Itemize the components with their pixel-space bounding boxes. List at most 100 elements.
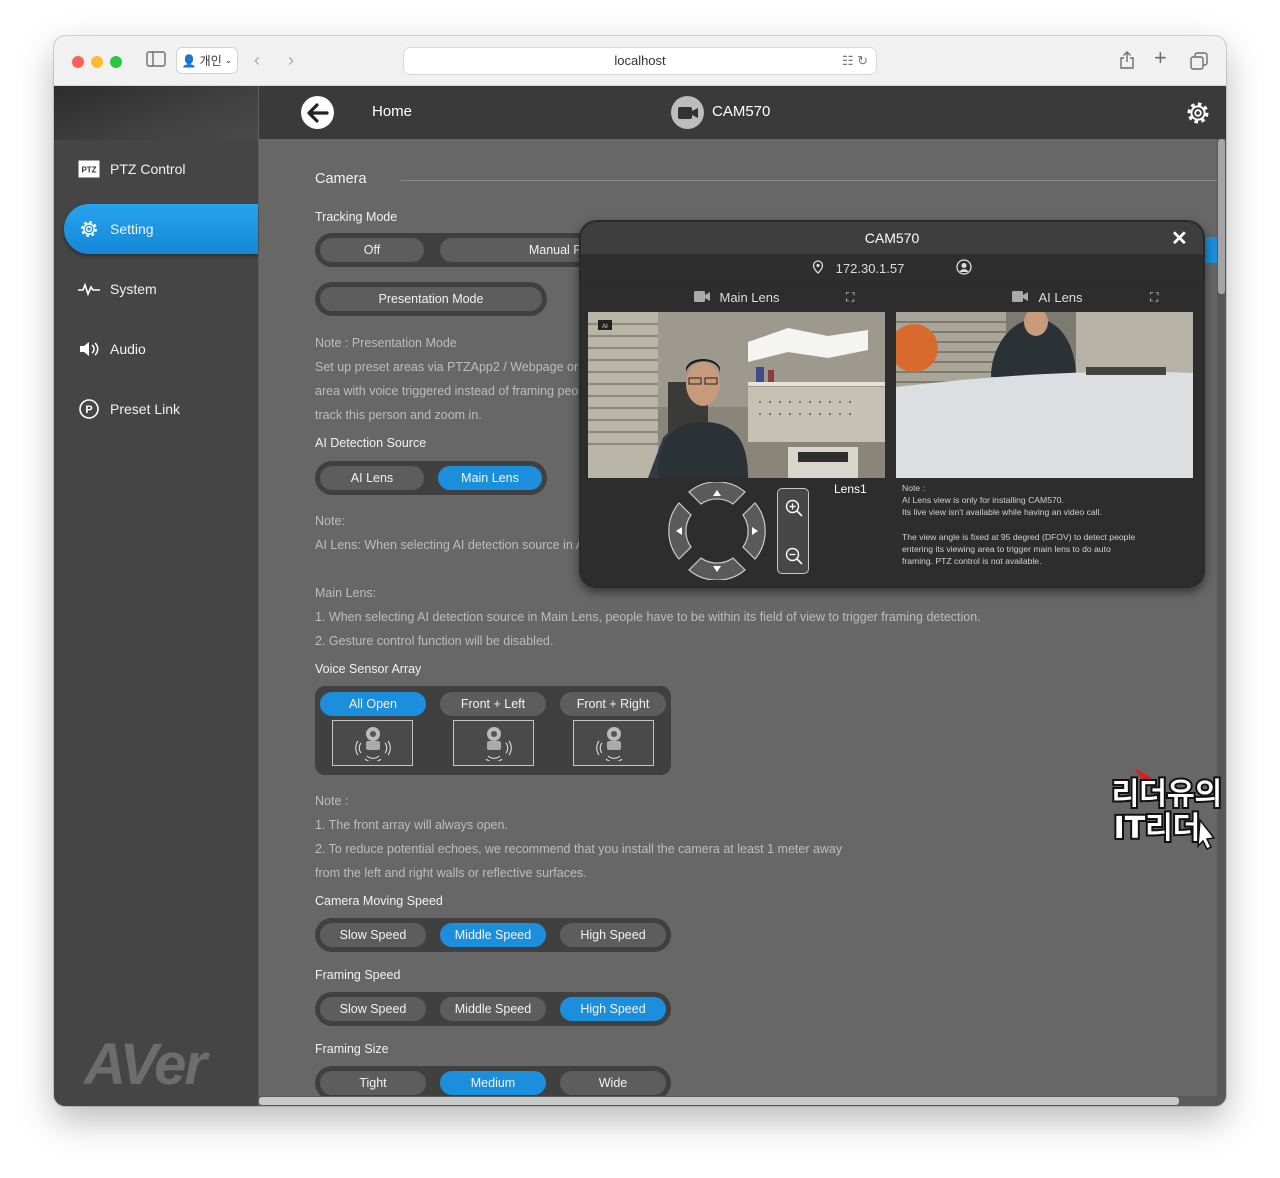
user-account-icon[interactable]	[956, 258, 972, 278]
ai-detection-group: AI Lens Main Lens	[315, 461, 547, 495]
note-line: Note:	[315, 514, 345, 528]
framing-size-medium-option[interactable]: Medium	[440, 1071, 546, 1095]
main-lens-option[interactable]: Main Lens	[438, 466, 542, 490]
framing-middle-speed-option[interactable]: Middle Speed	[440, 997, 546, 1021]
sensor-front-left-icon	[453, 720, 534, 766]
section-divider	[401, 180, 1217, 181]
moving-slow-speed-option[interactable]: Slow Speed	[320, 923, 426, 947]
browser-window: 👤 개인 ⌄ ‹ › localhost ☷ ↻ + PTZ PTZ Contr…	[54, 36, 1226, 1106]
back-arrow-icon[interactable]: ‹	[254, 51, 260, 69]
tracking-mode-label: Tracking Mode	[315, 210, 398, 224]
profile-label: 개인	[199, 54, 222, 68]
sidebar-item-system[interactable]: System	[78, 277, 157, 301]
chevron-down-icon: ⌄	[224, 55, 233, 65]
note-line: 1. When selecting AI detection source in…	[315, 610, 981, 624]
close-icon[interactable]: ✕	[1171, 226, 1188, 251]
voice-sensor-label: Voice Sensor Array	[315, 662, 422, 676]
horizontal-scrollbar[interactable]	[259, 1096, 1226, 1106]
sidebar-item-audio[interactable]: Audio	[78, 337, 146, 361]
framing-speed-label: Framing Speed	[315, 968, 401, 982]
sidebar-item-label: System	[110, 281, 157, 297]
sidebar-item-label: Preset Link	[110, 401, 181, 417]
camera-moving-speed-label: Camera Moving Speed	[315, 894, 443, 908]
ai-lens-option[interactable]: AI Lens	[320, 466, 424, 490]
moving-high-speed-option[interactable]: High Speed	[560, 923, 666, 947]
section-title: Camera	[315, 171, 367, 187]
sidebar-item-preset-link[interactable]: P Preset Link	[78, 397, 180, 421]
vertical-scroll-thumb[interactable]	[1218, 139, 1225, 294]
svg-text:리더유의: 리더유의	[1112, 777, 1222, 812]
popup-note-line: framing. PTZ control is not available.	[902, 556, 1042, 566]
address-bar[interactable]: localhost ☷ ↻	[403, 47, 877, 75]
sidebar-header	[54, 86, 258, 140]
back-button[interactable]	[301, 96, 334, 129]
home-link[interactable]: Home	[372, 103, 412, 120]
popup-ip-bar: 172.30.1.57	[581, 254, 1203, 282]
framing-size-tight-option[interactable]: Tight	[320, 1071, 426, 1095]
sidebar-item-label: Setting	[110, 221, 154, 237]
note-line: from the left and right walls or reflect…	[315, 866, 587, 880]
popup-note-line: Its live view isn't available while havi…	[902, 507, 1102, 517]
top-bar: Home CAM570	[259, 86, 1226, 139]
popup-title: CAM570	[864, 230, 920, 246]
sensor-all-open-icon	[332, 720, 413, 766]
ai-lens-panel: AI Lens ⛶ Note : AI Lens view is only fo…	[892, 282, 1203, 586]
note-line: area with voice triggered instead of fra…	[315, 384, 579, 398]
translate-icon[interactable]: ☷	[842, 53, 854, 68]
gear-icon	[78, 218, 100, 240]
sidebar-item-setting[interactable]: Setting	[78, 217, 154, 241]
speaker-icon	[78, 338, 100, 360]
watermark-logo: 리더유의 IT리더	[1110, 766, 1224, 866]
sidebar-item-label: PTZ Control	[110, 161, 186, 177]
settings-gear-icon[interactable]	[1185, 100, 1211, 131]
popup-note-line: entering its viewing area to trigger mai…	[902, 544, 1111, 554]
presentation-mode-group: Presentation Mode	[315, 282, 547, 316]
framing-size-label: Framing Size	[315, 1042, 389, 1056]
sidebar-item-ptz-control[interactable]: PTZ PTZ Control	[78, 157, 185, 181]
ai-lens-live-view	[896, 312, 1193, 478]
all-open-option[interactable]: All Open	[320, 692, 426, 716]
minimize-window-button[interactable]	[91, 56, 103, 68]
vertical-scrollbar[interactable]	[1217, 139, 1226, 1096]
zoom-out-icon[interactable]	[785, 547, 803, 570]
video-camera-icon	[693, 290, 710, 305]
sidebar-toggle-icon[interactable]	[146, 51, 166, 70]
tracking-off-option[interactable]: Off	[320, 238, 424, 262]
note-line: AI Lens: When selecting AI detection sou…	[315, 538, 584, 552]
horizontal-scroll-thumb[interactable]	[259, 1097, 1179, 1105]
camera-name: CAM570	[712, 103, 771, 120]
moving-middle-speed-option[interactable]: Middle Speed	[440, 923, 546, 947]
fullscreen-icon[interactable]: ⛶	[846, 290, 854, 305]
profile-selector[interactable]: 👤 개인 ⌄	[176, 47, 238, 74]
framing-high-speed-option[interactable]: High Speed	[560, 997, 666, 1021]
tab-overview-icon[interactable]	[1190, 52, 1208, 73]
share-icon[interactable]	[1119, 51, 1135, 72]
note-line: 2. Gesture control function will be disa…	[315, 634, 554, 648]
location-pin-icon	[812, 259, 824, 277]
browser-titlebar: 👤 개인 ⌄ ‹ › localhost ☷ ↻ +	[54, 36, 1226, 86]
popup-note-line: Note :	[902, 483, 925, 493]
popup-note-line: The view angle is fixed at 95 degred (DF…	[902, 532, 1136, 542]
front-left-option[interactable]: Front + Left	[440, 692, 546, 716]
close-window-button[interactable]	[72, 56, 84, 68]
framing-size-group: Tight Medium Wide	[315, 1066, 671, 1096]
framing-slow-speed-option[interactable]: Slow Speed	[320, 997, 426, 1021]
svg-text:P: P	[85, 404, 92, 416]
note-line: Set up preset areas via PTZApp2 / Webpag…	[315, 360, 579, 374]
ptz-icon: PTZ	[78, 158, 100, 180]
zoom-in-icon[interactable]	[785, 499, 803, 522]
presentation-mode-button[interactable]: Presentation Mode	[320, 287, 542, 311]
maximize-window-button[interactable]	[110, 56, 122, 68]
fullscreen-icon[interactable]: ⛶	[1150, 290, 1158, 305]
aver-logo: AVer	[84, 1032, 207, 1097]
forward-arrow-icon[interactable]: ›	[288, 51, 294, 69]
note-line: 2. To reduce potential echoes, we recomm…	[315, 842, 843, 856]
new-tab-icon[interactable]: +	[1154, 47, 1167, 69]
popup-note-line: AI Lens view is only for installing CAM5…	[902, 495, 1064, 505]
svg-text:PTZ: PTZ	[81, 166, 96, 175]
person-icon: 👤	[181, 53, 197, 68]
front-right-option[interactable]: Front + Right	[560, 692, 666, 716]
main-lens-panel: Main Lens ⛶ AI Lens1	[581, 282, 892, 586]
reload-icon[interactable]: ↻	[857, 53, 868, 68]
framing-size-wide-option[interactable]: Wide	[560, 1071, 666, 1095]
